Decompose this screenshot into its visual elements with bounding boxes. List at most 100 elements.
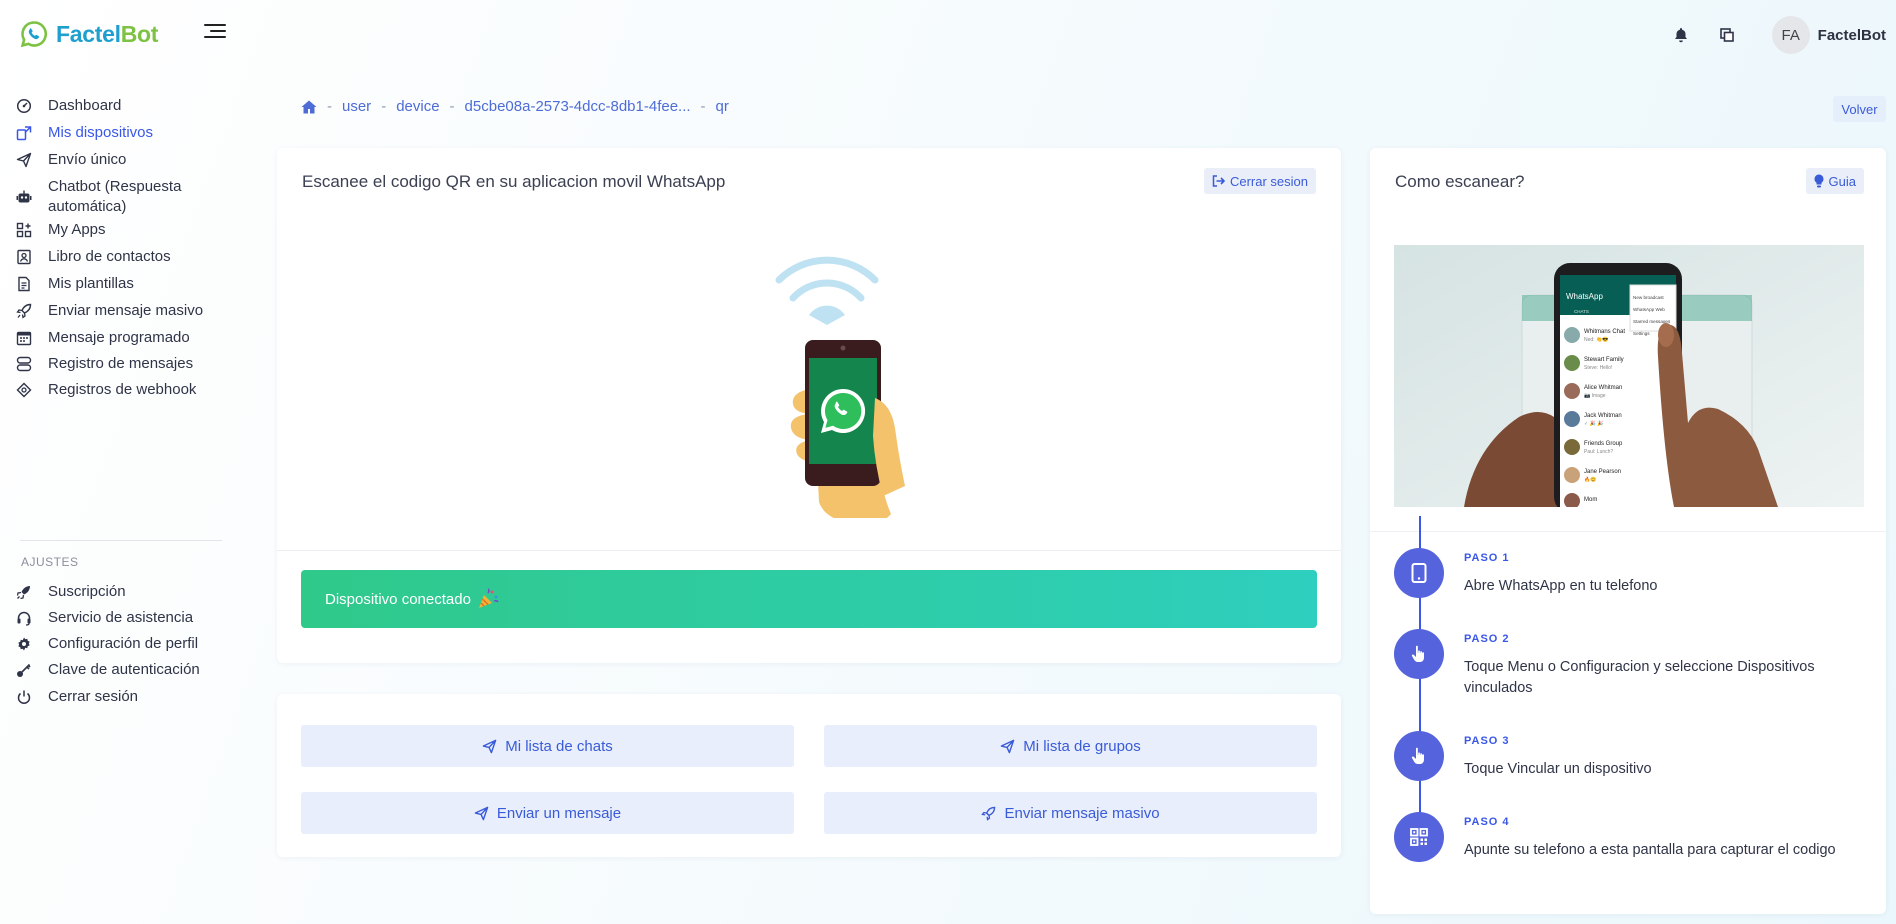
top-bar: FactelBot FA FactelBot (0, 0, 1896, 70)
bell-icon[interactable] (1670, 24, 1692, 46)
step-1-text: Abre WhatsApp en tu telefono (1464, 578, 1658, 594)
devices-icon (16, 126, 32, 141)
step-1: PASO 1 Abre WhatsApp en tu telefono (1394, 548, 1864, 598)
sidebar-item-suscripcion[interactable]: Suscripción (0, 582, 140, 602)
template-icon (18, 276, 30, 292)
sidebar-item-enviar-mensaje-masivo[interactable]: Enviar mensaje masivo (0, 301, 217, 321)
enviar-un-mensaje-button[interactable]: Enviar un mensaje (301, 792, 794, 834)
svg-text:CHATS: CHATS (1574, 309, 1589, 314)
menu-toggle-icon[interactable] (204, 24, 226, 44)
breadcrumb: - user - device - d5cbe08a-2573-4dcc-8db… (301, 98, 729, 115)
send-icon (1000, 739, 1015, 753)
sidebar-item-registro-de-mensajes[interactable]: Registro de mensajes (0, 354, 207, 374)
step-1-label: PASO 1 (1464, 552, 1510, 564)
breadcrumb-user[interactable]: user (342, 98, 371, 115)
step-2: PASO 2 Toque Menu o Configuracion y sele… (1394, 629, 1864, 699)
step-3-text: Toque Vincular un dispositivo (1464, 761, 1652, 777)
send-icon (16, 152, 32, 168)
fullscreen-icon[interactable] (1716, 24, 1738, 46)
dashboard-icon (16, 98, 32, 114)
svg-text:Mom: Mom (1584, 497, 1597, 503)
user-name[interactable]: FactelBot (1818, 27, 1886, 44)
brand-name: FactelBot (56, 20, 159, 47)
avatar[interactable]: FA (1771, 16, 1810, 54)
step-2-label: PASO 2 (1464, 633, 1510, 645)
send-icon (474, 806, 489, 820)
svg-text:New broadcast: New broadcast (1633, 295, 1664, 300)
guide-card-title: Como escanear? (1395, 172, 1525, 191)
sign-out-icon (1212, 175, 1225, 187)
sidebar-item-servicio-de-asistencia[interactable]: Servicio de asistencia (0, 608, 207, 628)
cerrar-sesion-button[interactable]: Cerrar sesion (1203, 168, 1316, 194)
svg-text:Settings: Settings (1633, 331, 1650, 336)
svg-text:✓ 🎉 🎉: ✓ 🎉 🎉 (1584, 420, 1603, 427)
sidebar-item-cerrar-sesion[interactable]: Cerrar sesión (0, 687, 152, 707)
step-4-text: Apunte su telefono a esta pantalla para … (1464, 842, 1836, 858)
robot-icon (16, 190, 32, 203)
sidebar-item-envio-unico[interactable]: Envío único (0, 150, 140, 170)
sidebar-item-mis-plantillas[interactable]: Mis plantillas (0, 274, 148, 294)
qr-card-title: Escanee el codigo QR en su aplicacion mo… (302, 172, 726, 191)
scan-guide-image: WhatsApp CHATS New broadcast WhatsApp We… (1394, 245, 1864, 507)
headset-icon (17, 611, 31, 626)
sidebar-item-libro-de-contactos[interactable]: Libro de contactos (0, 247, 185, 267)
step-3: PASO 3 Toque Vincular un dispositivo (1394, 731, 1864, 781)
step-2-text: Toque Menu o Configuracion y seleccione … (1464, 659, 1815, 696)
svg-text:Ned: 👏😎: Ned: 👏😎 (1584, 336, 1608, 343)
rocket-icon (981, 806, 996, 821)
volver-button[interactable]: Volver (1833, 96, 1886, 122)
brand-logo[interactable]: FactelBot (20, 20, 158, 48)
svg-text:🔥😊: 🔥😊 (1584, 476, 1596, 483)
breadcrumb-device[interactable]: device (396, 98, 439, 115)
power-icon (17, 690, 31, 704)
sidebar-item-dashboard[interactable]: Dashboard (0, 96, 135, 116)
calendar-icon (16, 331, 32, 346)
phone-connected-illustration (775, 256, 905, 518)
sidebar-item-configuracion-de-perfil[interactable]: Configuración de perfil (0, 634, 212, 654)
qr-code-icon (1410, 828, 1428, 846)
breadcrumb-current: qr (715, 98, 729, 115)
actions-card: Mi lista de chats Mi lista de grupos Env… (277, 694, 1341, 857)
svg-text:Friends Group: Friends Group (1584, 441, 1623, 447)
svg-text:Steve: Hello!: Steve: Hello! (1584, 365, 1612, 371)
step-3-label: PASO 3 (1464, 735, 1510, 747)
message-log-icon (16, 356, 32, 372)
sidebar-divider (20, 540, 222, 541)
step-4-label: PASO 4 (1464, 816, 1510, 828)
settings-section-title: AJUSTES (21, 555, 79, 569)
breadcrumb-device-id[interactable]: d5cbe08a-2573-4dcc-8db1-4fee... (465, 98, 691, 115)
home-icon[interactable] (301, 100, 317, 114)
mi-lista-de-grupos-button[interactable]: Mi lista de grupos (824, 725, 1317, 767)
sidebar-item-clave-de-autenticacion[interactable]: Clave de autenticación (0, 660, 214, 680)
svg-text:WhatsApp: WhatsApp (1566, 292, 1603, 301)
step-3-marker (1394, 731, 1444, 781)
sidebar-item-mensaje-programado[interactable]: Mensaje programado (0, 328, 204, 348)
subscription-icon (16, 586, 30, 600)
step-4-marker (1394, 812, 1444, 862)
whatsapp-logo-icon (20, 21, 48, 48)
guia-button[interactable]: Guia (1805, 168, 1864, 194)
svg-text:Jack Whitman: Jack Whitman (1584, 413, 1622, 419)
sidebar-item-mis-dispositivos[interactable]: Mis dispositivos (0, 123, 167, 143)
guide-divider (1370, 531, 1886, 532)
svg-text:Paul: Lunch?: Paul: Lunch? (1584, 449, 1613, 455)
key-icon (17, 663, 31, 677)
svg-text:Whitmans Chat: Whitmans Chat (1584, 329, 1625, 335)
step-2-marker (1394, 629, 1444, 679)
party-popper-icon (478, 588, 499, 608)
sidebar-item-my-apps[interactable]: My Apps (0, 220, 120, 240)
enviar-mensaje-masivo-button[interactable]: Enviar mensaje masivo (824, 792, 1317, 834)
sidebar-item-registros-de-webhook[interactable]: Registros de webhook (0, 380, 210, 400)
rocket-icon (16, 303, 32, 319)
send-icon (482, 739, 497, 753)
tablet-icon (1411, 563, 1427, 583)
device-connected-alert: Dispositivo conectado (301, 570, 1317, 628)
sidebar-item-chatbot[interactable]: Chatbot (Respuesta automática) (0, 177, 200, 217)
hand-pointer-icon (1411, 747, 1424, 764)
lightbulb-icon (1814, 174, 1823, 188)
step-1-marker (1394, 548, 1444, 598)
svg-text:WhatsApp Web: WhatsApp Web (1633, 307, 1665, 312)
mi-lista-de-chats-button[interactable]: Mi lista de chats (301, 725, 794, 767)
gear-icon (18, 637, 30, 651)
apps-icon (16, 222, 32, 238)
